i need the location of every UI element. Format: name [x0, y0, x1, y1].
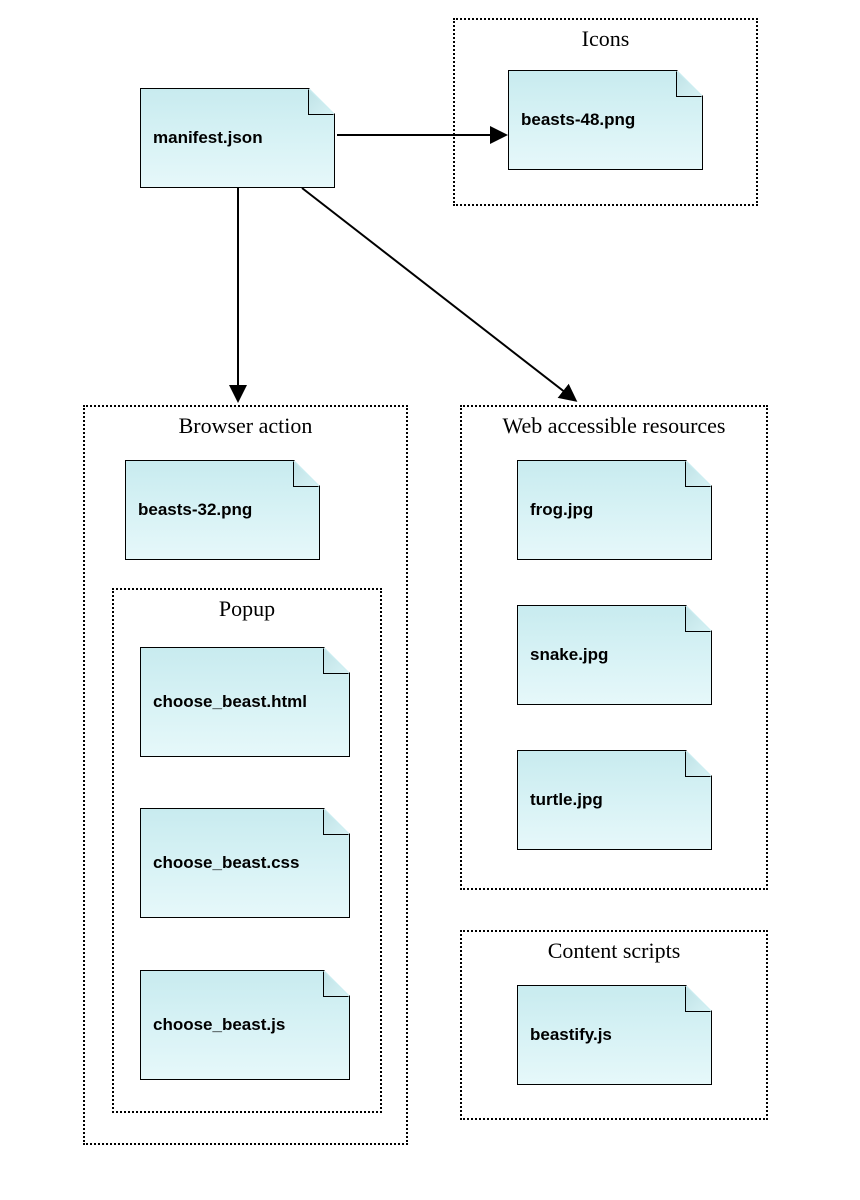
file-label: beasts-32.png	[138, 500, 252, 520]
group-title: Content scripts	[462, 938, 766, 964]
file-label: snake.jpg	[530, 645, 608, 665]
file-frog: frog.jpg	[517, 460, 712, 560]
group-title: Icons	[455, 26, 756, 52]
file-choose-beast-js: choose_beast.js	[140, 970, 350, 1080]
file-label: frog.jpg	[530, 500, 593, 520]
file-label: turtle.jpg	[530, 790, 603, 810]
diagram-canvas: manifest.json Icons beasts-48.png Browse…	[0, 0, 860, 1200]
file-label: manifest.json	[153, 128, 263, 148]
file-snake: snake.jpg	[517, 605, 712, 705]
file-label: choose_beast.css	[153, 853, 299, 873]
group-title: Popup	[114, 596, 380, 622]
file-manifest: manifest.json	[140, 88, 335, 188]
group-title: Browser action	[85, 413, 406, 439]
file-choose-beast-html: choose_beast.html	[140, 647, 350, 757]
file-label: choose_beast.html	[153, 692, 307, 712]
file-turtle: turtle.jpg	[517, 750, 712, 850]
file-beasts-48: beasts-48.png	[508, 70, 703, 170]
file-label: choose_beast.js	[153, 1015, 285, 1035]
file-label: beasts-48.png	[521, 110, 635, 130]
file-beasts-32: beasts-32.png	[125, 460, 320, 560]
file-beastify: beastify.js	[517, 985, 712, 1085]
file-label: beastify.js	[530, 1025, 612, 1045]
file-choose-beast-css: choose_beast.css	[140, 808, 350, 918]
group-title: Web accessible resources	[462, 413, 766, 439]
